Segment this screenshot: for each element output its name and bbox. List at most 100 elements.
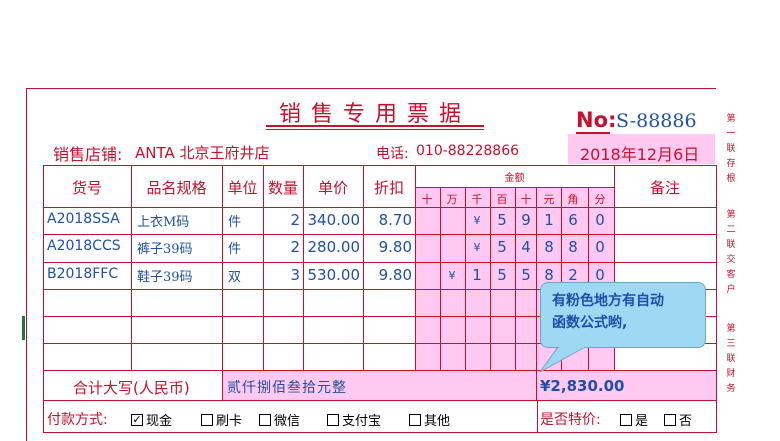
special-price-option[interactable]: 否 <box>664 410 692 429</box>
total-label: 合计大写(人民币) <box>73 379 190 397</box>
amount-digit: 1 <box>472 266 482 284</box>
title-underline <box>266 125 484 127</box>
payment-option-label: 刷卡 <box>216 414 243 429</box>
payment-option[interactable]: 支付宝 <box>327 410 381 429</box>
store-value[interactable]: ANTA 北京王府井店 <box>135 142 270 163</box>
amount-digit: 5 <box>497 238 507 256</box>
item-discount[interactable]: 9.80 <box>365 266 412 284</box>
item-price[interactable]: 280.00 <box>305 238 361 256</box>
item-discount[interactable]: 8.70 <box>365 211 412 229</box>
payment-label: 付款方式: <box>47 412 108 428</box>
digit-header: 角 <box>567 193 579 206</box>
callout-line-1: 有粉色地方有自动 <box>552 293 664 309</box>
amount-digit: 4 <box>521 238 531 256</box>
item-unit[interactable]: 件 <box>228 238 258 257</box>
grid-line <box>43 262 717 263</box>
item-qty[interactable]: 2 <box>265 211 300 229</box>
grid-line <box>415 165 416 370</box>
grid-line <box>43 432 717 433</box>
checkbox-icon[interactable] <box>409 413 421 426</box>
sheet-left-border <box>26 88 27 441</box>
total-words: 贰仟捌佰叁拾元整 <box>227 380 347 396</box>
grid-line <box>537 400 538 432</box>
amount-digit: 0 <box>595 211 605 229</box>
item-price[interactable]: 530.00 <box>305 266 361 284</box>
grid-line <box>43 207 717 208</box>
header-price: 单价 <box>317 179 348 197</box>
item-discount[interactable]: 9.80 <box>365 238 412 256</box>
header-unit: 单位 <box>227 179 258 197</box>
amount-digit: 9 <box>521 211 531 229</box>
checked-checkbox-icon[interactable]: ✓ <box>131 413 143 426</box>
amount-digit: 6 <box>568 211 578 229</box>
payment-option-label: 微信 <box>274 414 301 429</box>
checkbox-icon[interactable] <box>620 413 632 426</box>
receipt-number-value: S-88886 <box>616 110 697 132</box>
grid-line <box>43 165 44 432</box>
payment-option-label: 支付宝 <box>342 414 382 429</box>
digit-header: 十 <box>421 193 433 206</box>
item-qty[interactable]: 3 <box>265 266 300 284</box>
callout-line-2: 函数公式哟, <box>552 315 628 331</box>
item-unit[interactable]: 件 <box>228 211 258 230</box>
header-amount: 金额 <box>504 173 525 184</box>
item-code[interactable]: B2018FFC <box>47 266 131 282</box>
item-name[interactable]: 鞋子39码 <box>137 266 221 285</box>
item-qty[interactable]: 2 <box>265 238 300 256</box>
checkbox-icon[interactable] <box>664 413 676 426</box>
store-label: 销售店铺: <box>53 145 123 164</box>
date-value: 2018年12月6日 <box>580 145 700 164</box>
digit-header: 十 <box>520 193 532 206</box>
phone-value[interactable]: 010-88228866 <box>416 143 519 159</box>
item-unit[interactable]: 双 <box>228 266 258 285</box>
grid-line <box>43 234 717 235</box>
payment-option-label: 现金 <box>146 414 173 429</box>
item-code[interactable]: A2018SSA <box>47 211 131 227</box>
header-code: 货号 <box>71 179 102 197</box>
grid-line <box>43 400 717 401</box>
payment-option[interactable]: ✓ 现金 <box>131 410 172 429</box>
header-remark: 备注 <box>649 179 680 197</box>
amount-digit: ¥ <box>473 241 481 254</box>
amount-digit: 0 <box>595 238 605 256</box>
grid-line <box>222 165 223 400</box>
receipt-title: 销售专用票据 <box>278 102 471 127</box>
special-price-option-label: 是 <box>635 414 649 429</box>
amount-digit: ¥ <box>473 214 481 227</box>
item-name[interactable]: 上衣M码 <box>137 211 221 230</box>
special-price-option[interactable]: 是 <box>620 410 648 429</box>
payment-option[interactable]: 刷卡 <box>201 410 242 429</box>
digit-header: 分 <box>594 193 606 206</box>
grid-line <box>43 370 717 371</box>
item-price[interactable]: 340.00 <box>305 211 361 229</box>
checkbox-icon[interactable] <box>327 413 339 426</box>
grid-line <box>490 187 491 370</box>
item-name[interactable]: 裤子39码 <box>137 238 221 257</box>
payment-option-label: 其他 <box>424 414 451 429</box>
checkbox-icon[interactable] <box>201 413 213 426</box>
amount-digit: 1 <box>544 211 554 229</box>
grid-line <box>716 165 717 432</box>
digit-header: 万 <box>446 193 458 206</box>
amount-digit: 5 <box>497 211 507 229</box>
copy-note-3: 第三联财务 <box>726 324 736 394</box>
item-code[interactable]: A2018CCS <box>47 238 131 254</box>
digit-header: 百 <box>496 193 508 206</box>
amount-digit: 8 <box>544 238 554 256</box>
header-name: 品名规格 <box>146 179 207 197</box>
digit-header: 元 <box>543 193 555 206</box>
amount-digit: 8 <box>568 238 578 256</box>
total-value: ¥2,830.00 <box>540 377 625 395</box>
digit-header: 千 <box>471 193 483 206</box>
checkbox-icon[interactable] <box>259 413 271 426</box>
grid-line <box>43 165 717 166</box>
copy-note-2: 第二联交客户 <box>726 210 736 295</box>
copy-note-1: 第一联存根 <box>726 114 736 184</box>
special-price-option-label: 否 <box>679 414 693 429</box>
grid-line <box>440 187 441 370</box>
header-qty: 数量 <box>267 179 298 197</box>
callout-text: 有粉色地方有自动 函数公式哟, <box>552 290 702 334</box>
payment-option[interactable]: 微信 <box>259 410 300 429</box>
payment-option[interactable]: 其他 <box>409 410 450 429</box>
amount-digit: ¥ <box>448 269 456 282</box>
